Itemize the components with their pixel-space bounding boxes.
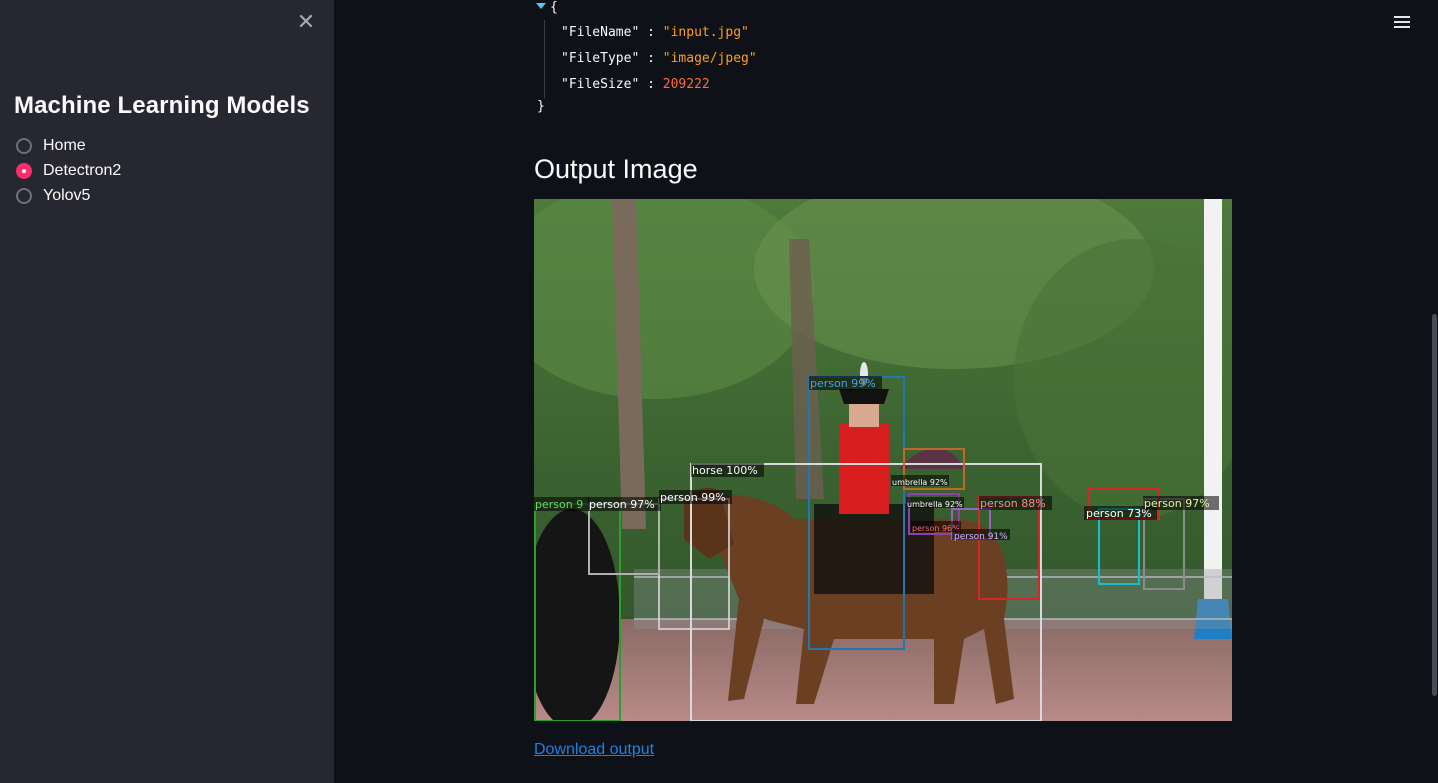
detection-label: horse 100% <box>692 464 758 477</box>
detection-label: person 99% <box>810 377 876 390</box>
radio-option-home[interactable]: Home <box>16 133 121 158</box>
detection-label: person 88% <box>980 497 1046 510</box>
json-entry: "FileSize" : 209222 <box>561 77 710 92</box>
detection-image-svg: person 99% horse 100% person 99% person … <box>534 199 1232 721</box>
json-key: "FileType" <box>561 51 640 66</box>
radio-button-selected-icon[interactable] <box>16 162 32 179</box>
sidebar-title: Machine Learning Models <box>14 92 310 119</box>
radio-option-detectron2[interactable]: Detectron2 <box>16 158 121 183</box>
json-entry: "FileName" : "input.jpg" <box>561 25 749 40</box>
json-value: "input.jpg" <box>662 25 749 40</box>
json-key: "FileName" <box>561 25 640 40</box>
detection-label: person 99% <box>660 491 726 504</box>
radio-button-icon[interactable] <box>16 137 32 154</box>
json-key: "FileSize" <box>561 77 640 92</box>
output-image: person 99% horse 100% person 99% person … <box>534 199 1232 721</box>
radio-button-icon[interactable] <box>16 187 32 204</box>
caret-down-icon[interactable] <box>536 3 546 9</box>
json-indent-guide <box>544 20 545 98</box>
detection-label: umbrella 92% <box>892 478 948 487</box>
close-icon[interactable]: ✕ <box>296 12 316 34</box>
hamburger-menu-icon[interactable] <box>1394 16 1410 32</box>
detection-label: umbrella 92% <box>907 500 963 509</box>
json-close-brace: } <box>537 99 545 114</box>
detection-label: person 97% <box>1144 497 1210 510</box>
radio-label: Yolov5 <box>43 186 91 204</box>
radio-label: Detectron2 <box>43 161 122 179</box>
radio-option-yolov5[interactable]: Yolov5 <box>16 183 121 208</box>
download-output-link[interactable]: Download output <box>534 741 654 759</box>
detection-label: person 91% <box>954 532 1008 542</box>
json-value: "image/jpeg" <box>662 51 757 66</box>
page-scrollbar[interactable] <box>1432 314 1437 696</box>
json-open-brace: { <box>550 0 558 15</box>
radio-label: Home <box>43 136 86 154</box>
detection-label: person 73% <box>1086 507 1152 520</box>
model-radio-group: Home Detectron2 Yolov5 <box>16 133 121 208</box>
detection-label: person 9 <box>535 498 583 511</box>
output-image-title: Output Image <box>534 154 698 184</box>
json-value: 209222 <box>662 77 710 92</box>
detection-label: person 97% <box>589 498 655 511</box>
json-entry: "FileType" : "image/jpeg" <box>561 51 757 66</box>
sidebar: ✕ Machine Learning Models Home Detectron… <box>0 0 334 783</box>
